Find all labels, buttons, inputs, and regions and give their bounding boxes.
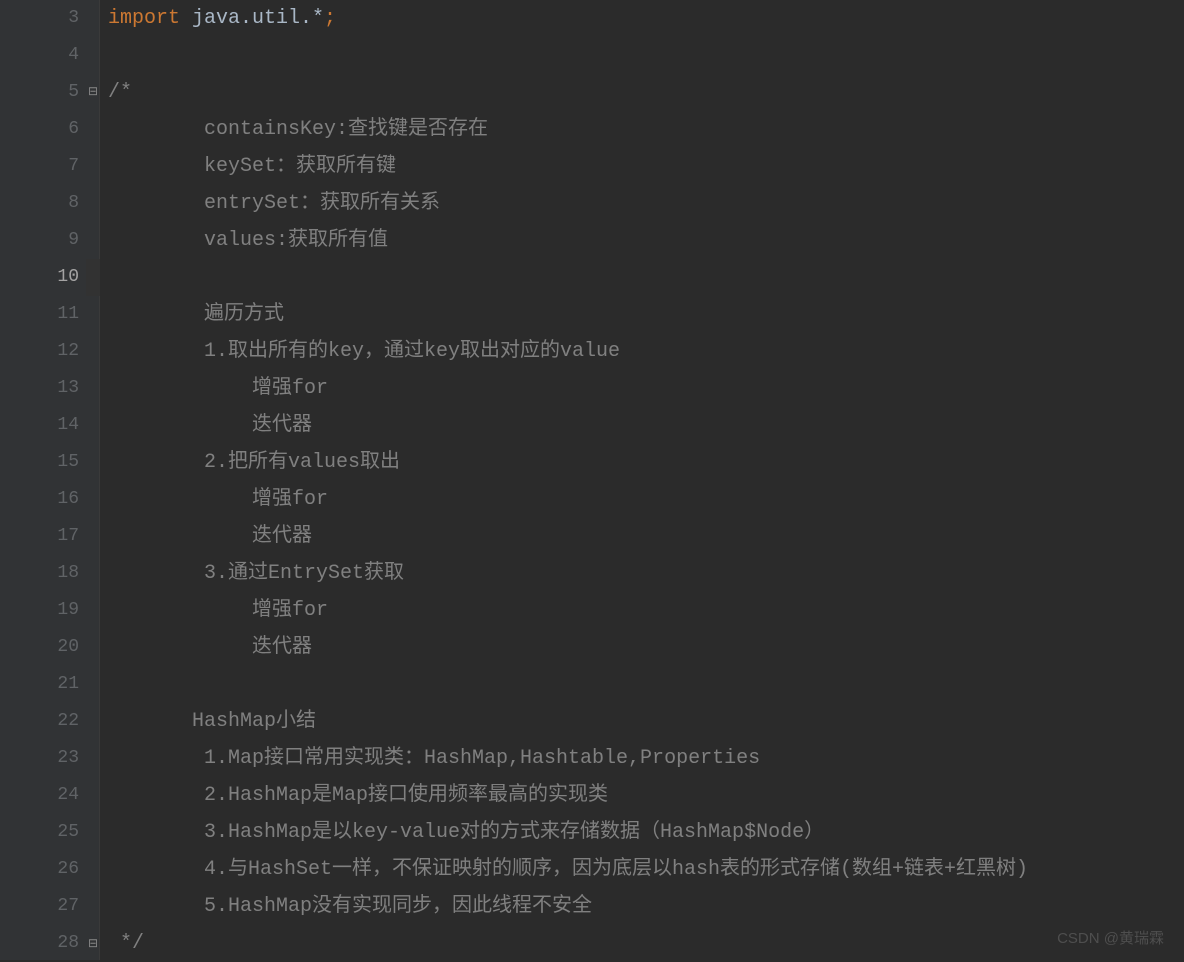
code-line[interactable]: 增强for xyxy=(108,481,1184,518)
code-line[interactable]: 增强for xyxy=(108,592,1184,629)
line-number: 5 xyxy=(0,74,79,111)
code-editor[interactable]: 3 4 5 6 7 8 9 10 11 12 13 14 15 16 17 18… xyxy=(0,0,1184,960)
code-line[interactable]: 迭代器 xyxy=(108,407,1184,444)
line-number: 9 xyxy=(0,222,79,259)
fold-open-icon[interactable]: ⊟ xyxy=(86,84,100,98)
line-number: 3 xyxy=(0,0,79,37)
line-number: 13 xyxy=(0,370,79,407)
code-line[interactable]: containsKey:查找键是否存在 xyxy=(108,111,1184,148)
pkg-name: java.util.* xyxy=(180,7,324,30)
code-line[interactable]: 迭代器 xyxy=(108,629,1184,666)
line-number: 25 xyxy=(0,814,79,851)
keyword-import: import xyxy=(108,7,180,30)
line-number: 20 xyxy=(0,629,79,666)
line-number: 18 xyxy=(0,555,79,592)
line-number: 15 xyxy=(0,444,79,481)
active-line-highlight xyxy=(86,259,100,296)
line-number: 12 xyxy=(0,333,79,370)
code-line[interactable]: 2.把所有values取出 xyxy=(108,444,1184,481)
code-line[interactable]: entrySet：获取所有关系 xyxy=(108,185,1184,222)
code-line[interactable]: values:获取所有值 xyxy=(108,222,1184,259)
code-line[interactable]: 3.HashMap是以key-value对的方式来存储数据（HashMap$No… xyxy=(108,814,1184,851)
line-number: 22 xyxy=(0,703,79,740)
line-number-active: 10 xyxy=(0,259,79,296)
line-number: 24 xyxy=(0,777,79,814)
code-line[interactable]: 2.HashMap是Map接口使用频率最高的实现类 xyxy=(108,777,1184,814)
line-number: 21 xyxy=(0,666,79,703)
code-line[interactable]: 3.通过EntrySet获取 xyxy=(108,555,1184,592)
code-line[interactable] xyxy=(108,666,1184,703)
fold-close-icon[interactable]: ⊟ xyxy=(86,936,100,950)
line-number: 23 xyxy=(0,740,79,777)
watermark-text: CSDN @黄瑞霖 xyxy=(1057,927,1164,948)
line-number: 26 xyxy=(0,851,79,888)
code-line[interactable]: 4.与HashSet一样，不保证映射的顺序，因为底层以hash表的形式存储(数组… xyxy=(108,851,1184,888)
code-line[interactable]: */ xyxy=(108,925,1184,962)
line-number: 17 xyxy=(0,518,79,555)
line-number: 4 xyxy=(0,37,79,74)
code-line[interactable]: 1.Map接口常用实现类：HashMap,Hashtable,Propertie… xyxy=(108,740,1184,777)
line-number: 14 xyxy=(0,407,79,444)
code-line[interactable]: 5.HashMap没有实现同步，因此线程不安全 xyxy=(108,888,1184,925)
code-line[interactable]: import java.util.*; xyxy=(108,0,1184,37)
code-line[interactable]: 迭代器 xyxy=(108,518,1184,555)
code-line[interactable]: 遍历方式 xyxy=(108,296,1184,333)
line-number: 6 xyxy=(0,111,79,148)
code-area[interactable]: ⊟ ⊟ import java.util.*; /* containsKey:查… xyxy=(100,0,1184,960)
line-number: 16 xyxy=(0,481,79,518)
code-line[interactable]: HashMap小结 xyxy=(108,703,1184,740)
code-line[interactable] xyxy=(108,37,1184,74)
line-number: 27 xyxy=(0,888,79,925)
line-number: 7 xyxy=(0,148,79,185)
code-line[interactable]: keySet：获取所有键 xyxy=(108,148,1184,185)
semicolon: ; xyxy=(324,7,336,30)
line-number: 19 xyxy=(0,592,79,629)
line-number: 8 xyxy=(0,185,79,222)
code-line[interactable] xyxy=(108,259,1184,296)
code-line[interactable]: 1.取出所有的key，通过key取出对应的value xyxy=(108,333,1184,370)
code-line[interactable]: /* xyxy=(108,74,1184,111)
line-number: 28 xyxy=(0,925,79,962)
gutter: 3 4 5 6 7 8 9 10 11 12 13 14 15 16 17 18… xyxy=(0,0,100,960)
line-number: 11 xyxy=(0,296,79,333)
code-line[interactable]: 增强for xyxy=(108,370,1184,407)
